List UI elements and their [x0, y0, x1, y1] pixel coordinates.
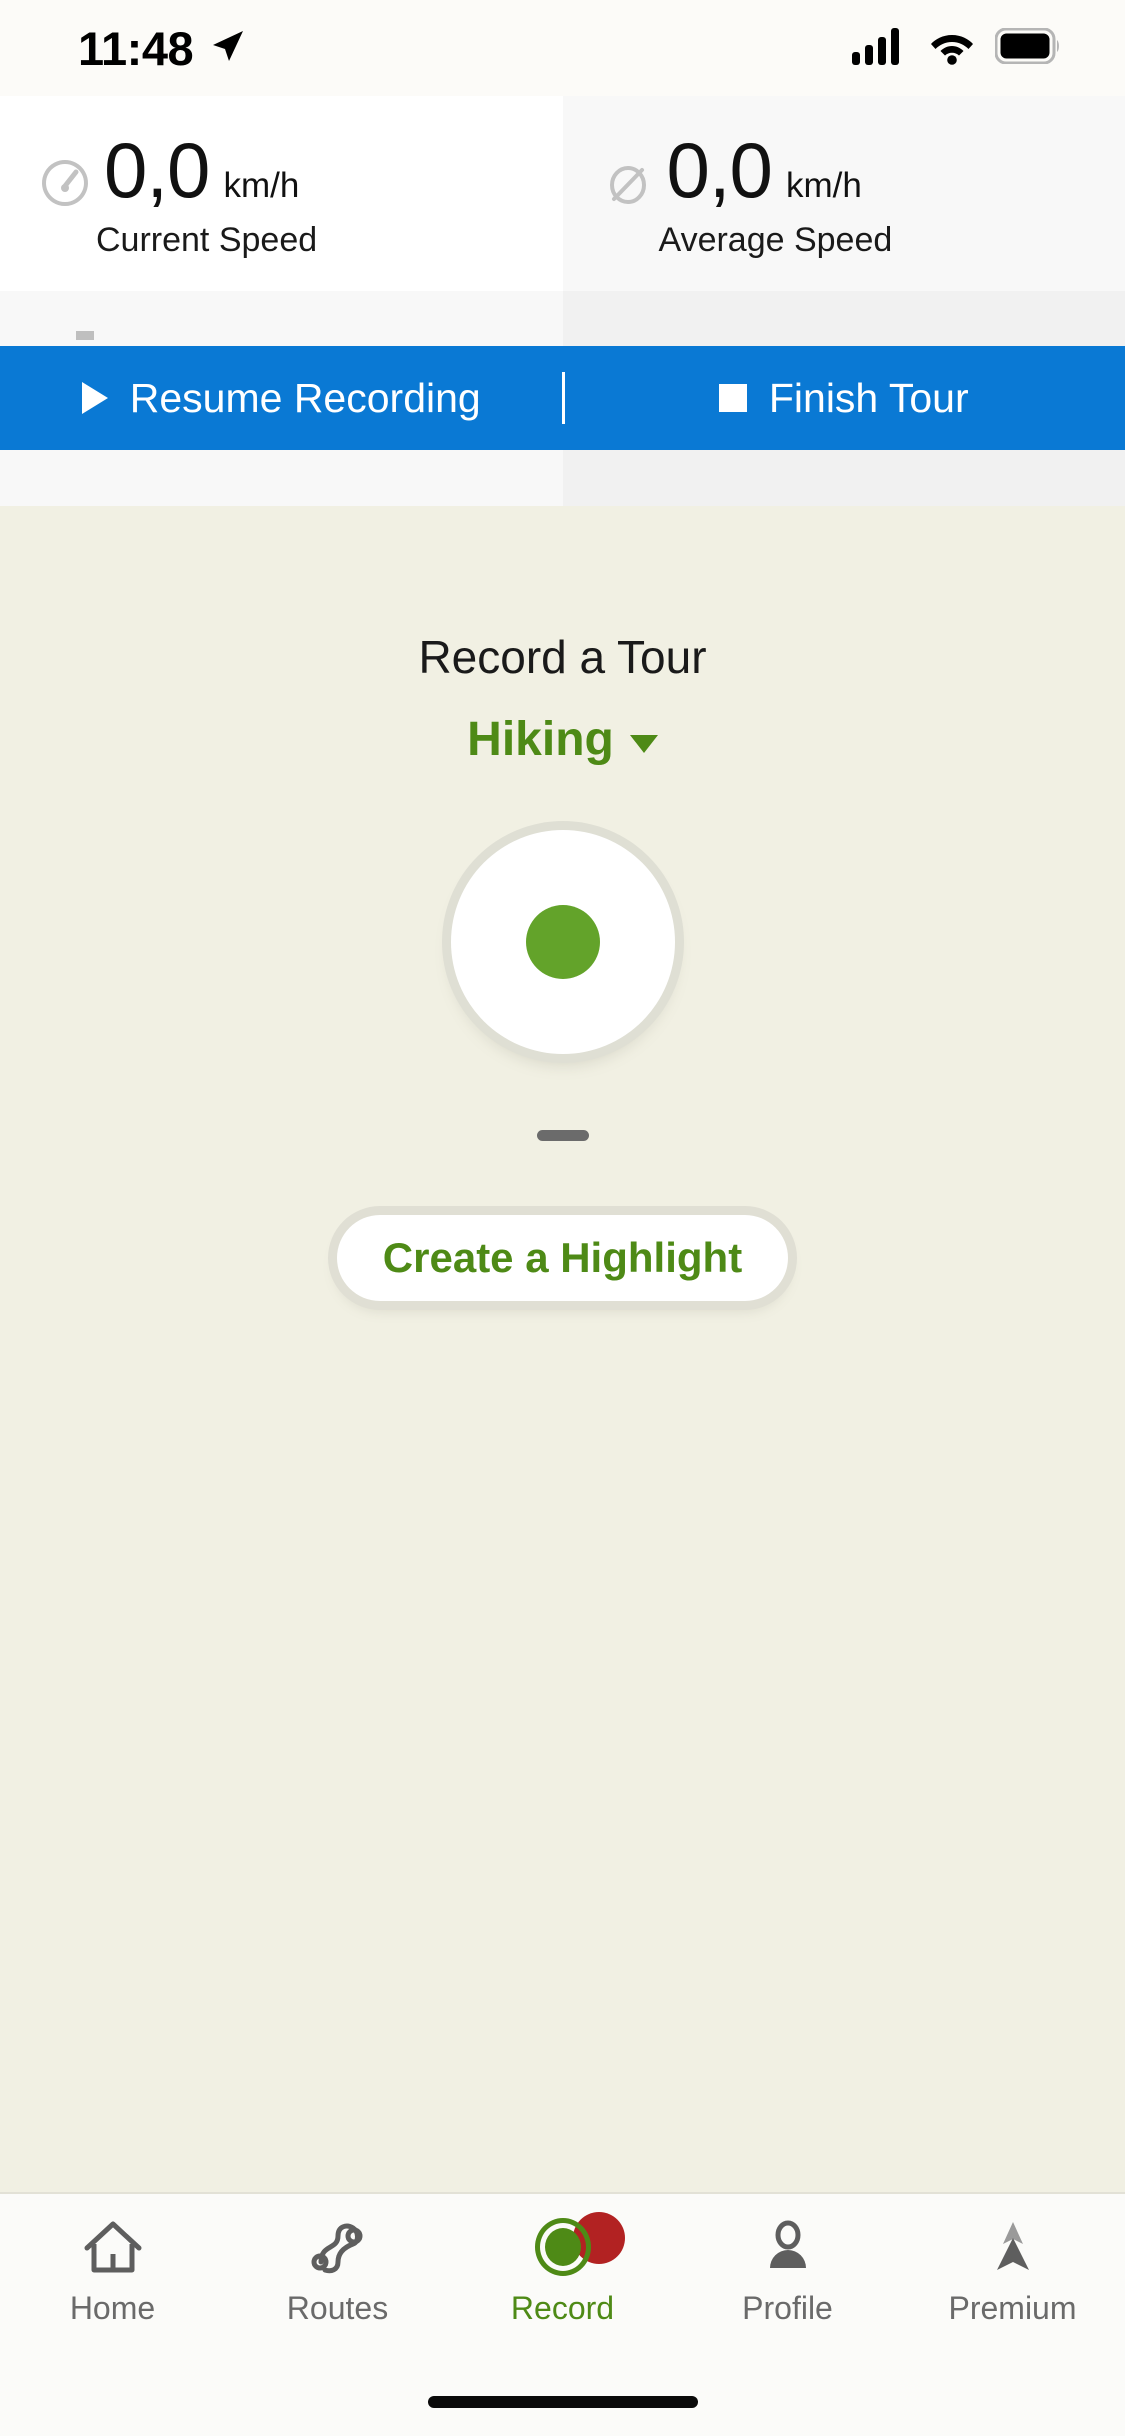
- tab-profile[interactable]: Profile: [675, 2216, 900, 2324]
- bottom-tab-bar: Home Routes Record Profile Premium: [0, 2192, 1125, 2368]
- stat-value-row: 0,0 km/h: [603, 131, 1125, 209]
- finish-tour-button[interactable]: Finish Tour: [563, 346, 1125, 450]
- status-bar: 11:48: [0, 0, 1125, 96]
- action-bar-divider: [561, 372, 565, 424]
- tab-record-label: Record: [510, 2290, 615, 2326]
- premium-icon: [982, 2216, 1044, 2278]
- create-highlight-label: Create a Highlight: [382, 1234, 743, 1281]
- stop-icon: [718, 384, 747, 412]
- resume-recording-label: Resume Recording: [129, 374, 481, 421]
- location-arrow-icon: [207, 25, 249, 72]
- sport-type-selector[interactable]: Hiking: [467, 716, 658, 764]
- profile-icon: [757, 2216, 819, 2278]
- stats-filler-left: [0, 291, 563, 346]
- record-icon: [534, 2212, 625, 2278]
- tab-premium[interactable]: Premium: [900, 2216, 1125, 2324]
- stat-label: Current Speed: [96, 220, 318, 259]
- status-bar-left: 11:48: [0, 25, 249, 72]
- stats-filler: [0, 291, 1125, 346]
- tab-record[interactable]: Record: [450, 2212, 675, 2326]
- stat-unit: km/h: [785, 165, 862, 205]
- battery-full-icon: [994, 27, 1061, 69]
- tab-routes[interactable]: Routes: [225, 2216, 450, 2324]
- stat-value: 0,0: [666, 125, 773, 214]
- record-button[interactable]: [450, 830, 675, 1054]
- sport-type-label: Hiking: [467, 713, 614, 766]
- home-icon: [82, 2216, 144, 2278]
- tab-premium-label: Premium: [948, 2290, 1077, 2326]
- stat-label: Average Speed: [658, 220, 893, 259]
- tab-routes-label: Routes: [286, 2290, 389, 2326]
- substrip-left: [0, 450, 563, 506]
- cellular-signal-icon: [851, 26, 909, 71]
- home-indicator-area: [0, 2368, 1125, 2436]
- finish-tour-label: Finish Tour: [768, 374, 969, 421]
- stat-current-speed: 0,0 km/h Current Speed: [0, 96, 563, 291]
- speedometer-icon: [40, 158, 90, 208]
- stat-unit: km/h: [223, 165, 300, 205]
- recording-action-bar: Resume Recording Finish Tour: [0, 346, 1125, 450]
- record-panel: Record a Tour Hiking Create a Highlight: [0, 506, 1125, 2192]
- app-screen: 11:48 0,0 km/h Current Speed 0,0 km/h Av…: [0, 0, 1125, 2436]
- resume-recording-button[interactable]: Resume Recording: [0, 346, 563, 450]
- status-bar-right: [851, 26, 1071, 71]
- stats-filler-right: [562, 291, 1125, 346]
- stat-average-speed: 0,0 km/h Average Speed: [562, 96, 1125, 291]
- wifi-icon: [927, 27, 977, 70]
- drag-handle[interactable]: [536, 1130, 589, 1141]
- create-highlight-button[interactable]: Create a Highlight: [336, 1215, 789, 1301]
- record-dot-icon: [525, 905, 600, 979]
- scroll-nub: [76, 331, 94, 340]
- page-title: Record a Tour: [418, 631, 707, 683]
- action-bar-substrip: [0, 450, 1125, 506]
- average-diameter-icon: [603, 158, 653, 208]
- home-indicator[interactable]: [427, 2396, 698, 2408]
- routes-icon: [307, 2216, 369, 2278]
- chevron-down-icon: [629, 735, 658, 753]
- tab-home[interactable]: Home: [0, 2216, 225, 2324]
- stats-row: 0,0 km/h Current Speed 0,0 km/h Average …: [0, 96, 1125, 291]
- stat-value: 0,0: [104, 125, 210, 214]
- record-ring-icon: [534, 2218, 591, 2276]
- tab-profile-label: Profile: [742, 2290, 833, 2326]
- stat-value-row: 0,0 km/h: [40, 131, 563, 209]
- status-time: 11:48: [78, 21, 194, 75]
- tab-home-label: Home: [69, 2290, 156, 2326]
- play-icon: [81, 382, 108, 414]
- record-ring-inner: [544, 2228, 581, 2266]
- substrip-right: [562, 450, 1125, 506]
